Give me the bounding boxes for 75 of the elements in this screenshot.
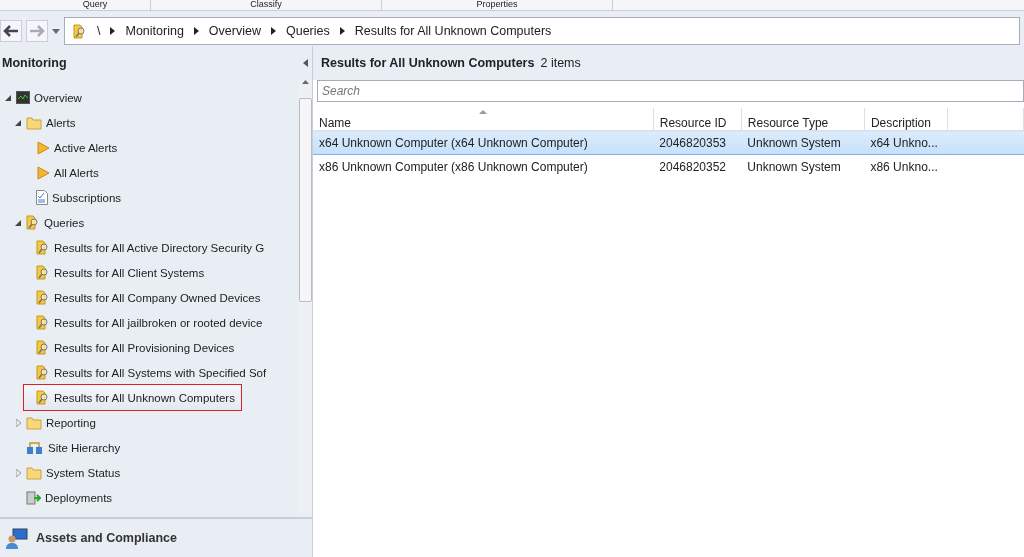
workspace-button[interactable]: Assets and Compliance [36, 531, 177, 545]
tree-item[interactable]: Results for All Company Owned Devices [24, 285, 261, 310]
table-cell: 2046820353 [653, 130, 742, 155]
separator-arrow-icon [193, 27, 199, 35]
breadcrumb-item[interactable]: Overview [208, 24, 261, 38]
folder-icon [26, 415, 42, 430]
computer-user-icon [6, 527, 28, 549]
sort-arrow-icon [479, 110, 487, 114]
breadcrumb-item[interactable]: Queries [285, 24, 330, 38]
tree-item[interactable]: Results for All Unknown Computers [24, 385, 241, 410]
ribbon-tab[interactable]: Query [40, 0, 151, 10]
scroll-up-icon[interactable] [302, 80, 309, 84]
breadcrumb-item[interactable]: Results for All Unknown Computers [354, 24, 552, 38]
pane-title: Monitoring [2, 56, 67, 70]
expanded-arrow-icon[interactable] [15, 119, 21, 126]
query-folder-icon [36, 365, 50, 380]
table-cell: x86 Unkno... [864, 154, 948, 178]
ribbon-tab[interactable]: Classify [151, 0, 382, 10]
results-title: Results for All Unknown Computers [321, 56, 535, 70]
tree-item[interactable]: Overview [4, 85, 82, 110]
tree-item[interactable]: Reporting [14, 410, 96, 435]
dropdown-caret-icon[interactable] [52, 28, 60, 34]
tree-item[interactable]: Results for All Client Systems [24, 260, 205, 285]
table-row[interactable]: x64 Unknown Computer (x64 Unknown Computer) 2046820353 Unknown System x64 Unkno... [313, 130, 1024, 155]
tree-item[interactable]: Subscriptions [24, 185, 122, 210]
separator-arrow-icon [339, 27, 345, 35]
expanded-arrow-icon[interactable] [5, 94, 11, 101]
tree-item[interactable]: Site Hierarchy [14, 435, 121, 460]
table-cell: x86 Unknown Computer (x86 Unknown Computer) [313, 154, 654, 178]
back-button[interactable] [0, 20, 22, 42]
table-cell: x64 Unkno... [864, 130, 948, 155]
tree-item[interactable]: Deployments [14, 485, 113, 510]
ribbon-tab[interactable]: Properties [382, 0, 613, 10]
folder-icon [26, 465, 42, 480]
tree-item[interactable]: Alerts [14, 110, 76, 135]
folder-icon [26, 115, 42, 130]
document-icon [36, 190, 48, 205]
monitor-icon [16, 91, 30, 104]
query-folder-icon [36, 265, 50, 280]
tree-item[interactable]: Results for All Systems with Specified Sof [24, 360, 267, 385]
table-cell: Unknown System [741, 154, 865, 178]
collapse-icon[interactable] [303, 59, 308, 67]
query-folder-icon [36, 340, 50, 355]
query-folder-icon [73, 23, 87, 39]
table-row[interactable]: x86 Unknown Computer (x86 Unknown Computer) 2046820352 Unknown System x86 Unkno... [313, 154, 1024, 178]
deployment-icon [26, 490, 41, 505]
expanded-arrow-icon[interactable] [15, 219, 21, 226]
tree-item[interactable]: All Alerts [24, 160, 99, 185]
table-cell: Unknown System [741, 130, 865, 155]
breadcrumb-item[interactable]: Monitoring [125, 24, 184, 38]
tree-item[interactable]: Active Alerts [24, 135, 118, 160]
separator-arrow-icon [110, 27, 116, 35]
query-folder-icon [36, 315, 50, 330]
tree-item[interactable]: Queries [14, 210, 85, 235]
separator-arrow-icon [270, 27, 276, 35]
tree-item[interactable]: Results for All jailbroken or rooted device [24, 310, 263, 335]
table-cell: 2046820352 [653, 154, 742, 178]
scrollbar[interactable] [299, 80, 312, 513]
address-bar[interactable]: \ Monitoring Overview Queries Results for All Unknown Computers [64, 17, 1020, 45]
column-header[interactable]: Resource Type [741, 108, 865, 131]
tree-item[interactable]: System Status [14, 460, 121, 485]
query-folder-icon [36, 390, 50, 405]
hierarchy-icon [26, 440, 44, 455]
breadcrumb-item[interactable]: \ [97, 24, 101, 38]
query-folder-icon [36, 240, 50, 255]
column-header[interactable]: Description [864, 108, 948, 131]
query-folder-icon [26, 215, 40, 230]
query-folder-icon [36, 290, 50, 305]
column-header[interactable]: Name [313, 108, 654, 131]
item-count: 2 items [540, 56, 581, 70]
tree-item[interactable]: Results for All Active Directory Security G [24, 235, 265, 260]
column-header[interactable]: Resource ID [653, 108, 742, 131]
table-cell: x64 Unknown Computer (x64 Unknown Computer) [313, 130, 654, 155]
search-field[interactable]: Search [317, 80, 1024, 102]
tree-item[interactable]: Results for All Provisioning Devices [24, 335, 235, 360]
